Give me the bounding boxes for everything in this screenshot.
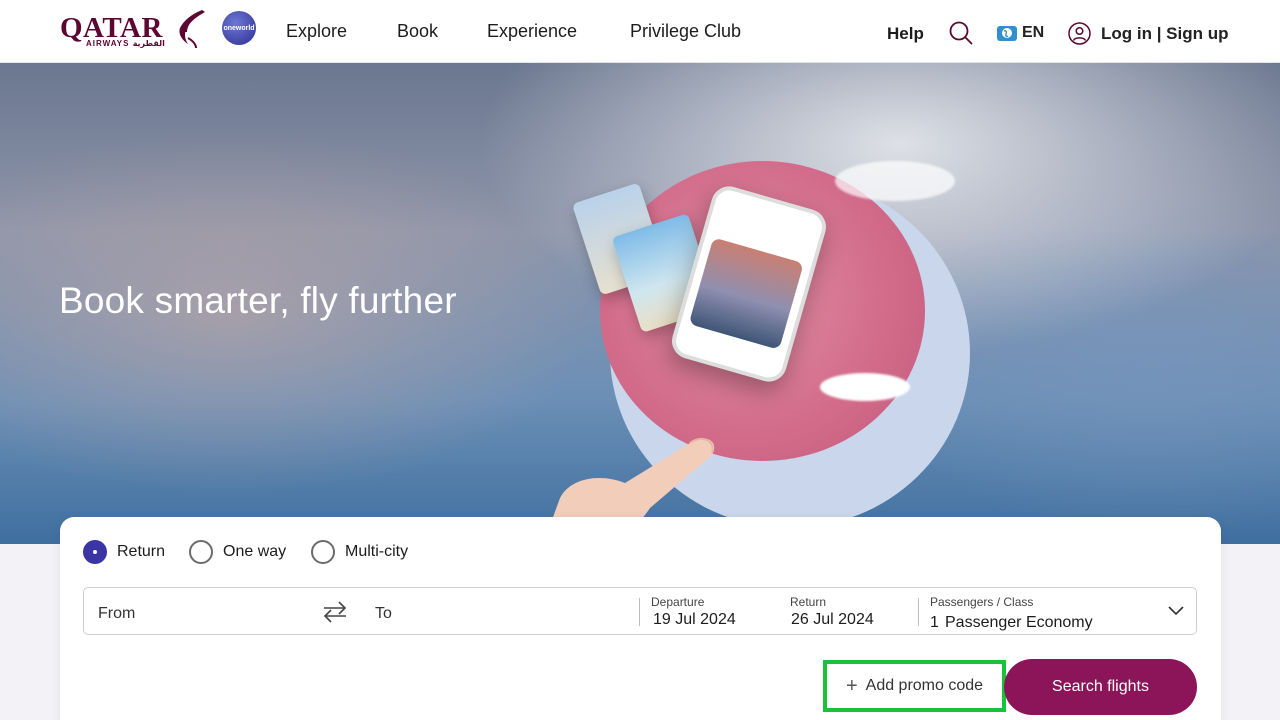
passengers-label: Passengers / Class	[930, 595, 1034, 609]
logo-subtitle: AIRWAYS القطرية	[86, 39, 165, 48]
radio-unselected-icon	[189, 540, 213, 564]
login-label: Log in | Sign up	[1101, 23, 1229, 43]
language-label: EN	[1022, 24, 1045, 41]
trip-type-multi-city[interactable]: Multi-city	[311, 540, 408, 564]
trip-type-label: One way	[223, 543, 287, 560]
departure-label: Departure	[651, 595, 705, 609]
radio-selected-icon	[83, 540, 107, 564]
oryx-icon	[179, 10, 205, 49]
departure-value: 19 Jul 2024	[653, 611, 736, 628]
nav-explore[interactable]: Explore	[286, 21, 347, 42]
hero-title: Book smarter, fly further	[59, 280, 457, 321]
passenger-class: Passenger Economy	[945, 614, 1093, 631]
nav-experience[interactable]: Experience	[487, 21, 577, 42]
search-icon[interactable]	[948, 20, 974, 46]
oneworld-badge[interactable]: oneworld	[222, 11, 256, 45]
passenger-count: 1	[930, 614, 939, 631]
language-selector[interactable]: EN	[997, 24, 1044, 42]
search-flights-button[interactable]: Search flights	[1004, 659, 1197, 715]
from-field[interactable]: From	[98, 605, 135, 623]
phone-city-image	[688, 237, 804, 350]
cloud-decoration	[835, 161, 955, 201]
field-divider	[918, 598, 919, 626]
trip-type-label: Return	[117, 543, 166, 560]
cloud-decoration	[820, 373, 910, 401]
trip-type-label: Multi-city	[345, 543, 409, 560]
nav-privilege-club[interactable]: Privilege Club	[630, 21, 741, 42]
swap-icon[interactable]	[322, 600, 348, 624]
return-value: 26 Jul 2024	[791, 611, 874, 628]
add-promo-code-button[interactable]: + Add promo code	[823, 660, 1006, 712]
trip-type-return[interactable]: Return	[83, 540, 165, 564]
return-label: Return	[790, 595, 827, 609]
qatar-airways-logo[interactable]: QATAR AIRWAYS القطرية	[60, 8, 206, 50]
nav-book[interactable]: Book	[397, 21, 438, 42]
help-link[interactable]: Help	[887, 24, 924, 44]
radio-unselected-icon	[311, 540, 335, 564]
plus-icon: +	[845, 675, 858, 697]
globe-icon	[997, 25, 1017, 41]
promo-label: Add promo code	[865, 677, 984, 694]
user-icon	[1068, 22, 1091, 45]
to-field[interactable]: To	[375, 605, 392, 623]
login-signup-link[interactable]: Log in | Sign up	[1068, 22, 1229, 45]
trip-type-one-way[interactable]: One way	[189, 540, 286, 564]
hero-banner: Book smarter, fly further	[0, 63, 1280, 544]
search-fields-bar: From To Departure 19 Jul 2024 Return 26 …	[83, 587, 1197, 635]
flight-search-panel: Return One way Multi-city From To Depart…	[60, 517, 1221, 720]
chevron-down-icon[interactable]	[1167, 603, 1185, 617]
field-divider	[639, 598, 640, 626]
site-header: QATAR AIRWAYS القطرية oneworld Explore B…	[0, 0, 1280, 63]
